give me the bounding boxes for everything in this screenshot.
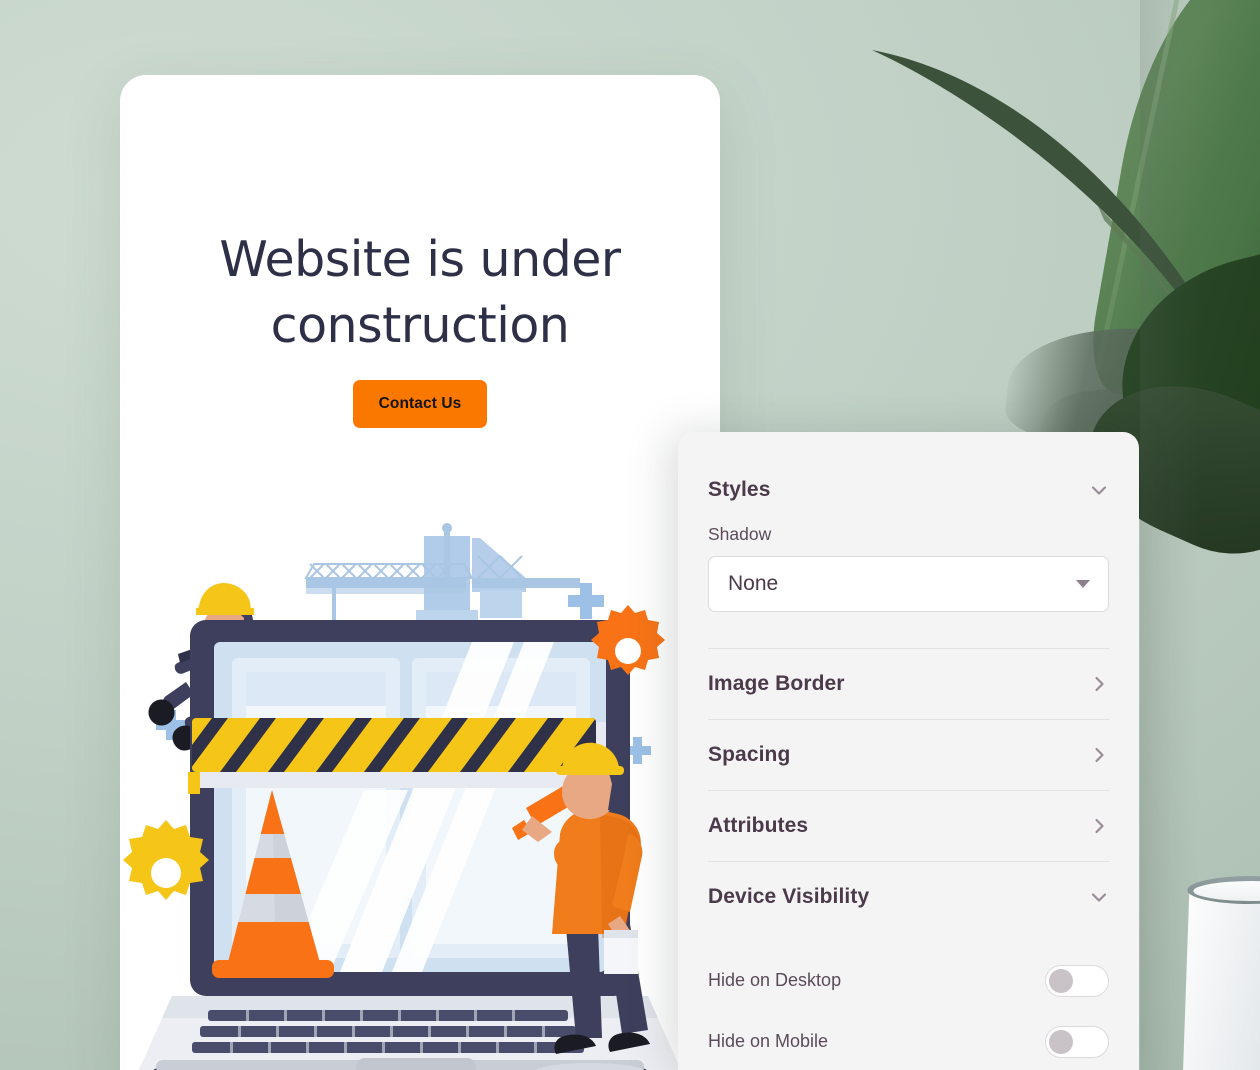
- under-construction-illustration: [123, 523, 682, 1070]
- panel-links-2: Spacing: [678, 720, 1139, 790]
- toggle-row-hide-on-mobile: Hide on Mobile: [708, 1011, 1109, 1070]
- section-header-image-border[interactable]: Image Border: [708, 649, 1109, 719]
- toggle-knob: [1049, 968, 1073, 993]
- toggle-row-hide-on-desktop: Hide on Desktop: [708, 950, 1109, 1011]
- section-title-image-border: Image Border: [708, 672, 845, 695]
- section-header-spacing[interactable]: Spacing: [708, 720, 1109, 790]
- cta-container: Contact Us: [120, 380, 720, 429]
- chevron-right-icon[interactable]: [1089, 745, 1109, 765]
- toggle-hide-on-desktop[interactable]: [1045, 964, 1109, 997]
- panel-links-3: Attributes: [678, 791, 1139, 861]
- toggle-label-hide-on-desktop: Hide on Desktop: [708, 970, 842, 990]
- settings-panel: Styles Shadow None Image Border Spacing: [678, 432, 1139, 1070]
- contact-us-button[interactable]: Contact Us: [352, 380, 488, 429]
- section-header-styles[interactable]: Styles: [708, 464, 1109, 516]
- panel-device-visibility: Device Visibility Hide on Desktop Hide o…: [678, 862, 1139, 1070]
- toggle-knob: [1049, 1029, 1073, 1054]
- chevron-right-icon[interactable]: [1089, 816, 1109, 836]
- shadow-select[interactable]: None: [708, 556, 1109, 612]
- shadow-select-value: None: [728, 572, 779, 595]
- section-header-attributes[interactable]: Attributes: [708, 791, 1109, 861]
- chevron-right-icon[interactable]: [1089, 674, 1109, 694]
- page-headline: Website is under construction: [219, 231, 621, 354]
- toggle-hide-on-mobile[interactable]: [1045, 1025, 1109, 1058]
- toggle-label-hide-on-mobile: Hide on Mobile: [708, 1031, 829, 1051]
- section-title-styles: Styles: [708, 478, 771, 501]
- white-planter-pot: [1182, 886, 1260, 1070]
- section-title-attributes: Attributes: [708, 814, 809, 837]
- keyboard: [192, 1010, 584, 1053]
- caret-down-icon[interactable]: [1076, 580, 1090, 588]
- spacer-toggles: [708, 932, 1109, 950]
- website-preview-card: Website is under construction Contact Us: [120, 75, 720, 1070]
- chevron-down-icon[interactable]: [1089, 887, 1109, 907]
- section-title-spacing: Spacing: [708, 743, 791, 766]
- panel-links: Image Border: [678, 649, 1139, 719]
- spacer-after-select: [678, 612, 1139, 648]
- chevron-down-icon[interactable]: [1089, 480, 1109, 500]
- panel-content: Styles Shadow None: [678, 464, 1139, 612]
- field-label-shadow: Shadow: [708, 524, 772, 544]
- construction-barrier: [188, 718, 608, 794]
- section-header-device-visibility[interactable]: Device Visibility: [708, 862, 1109, 932]
- section-title-device-visibility: Device Visibility: [708, 885, 870, 908]
